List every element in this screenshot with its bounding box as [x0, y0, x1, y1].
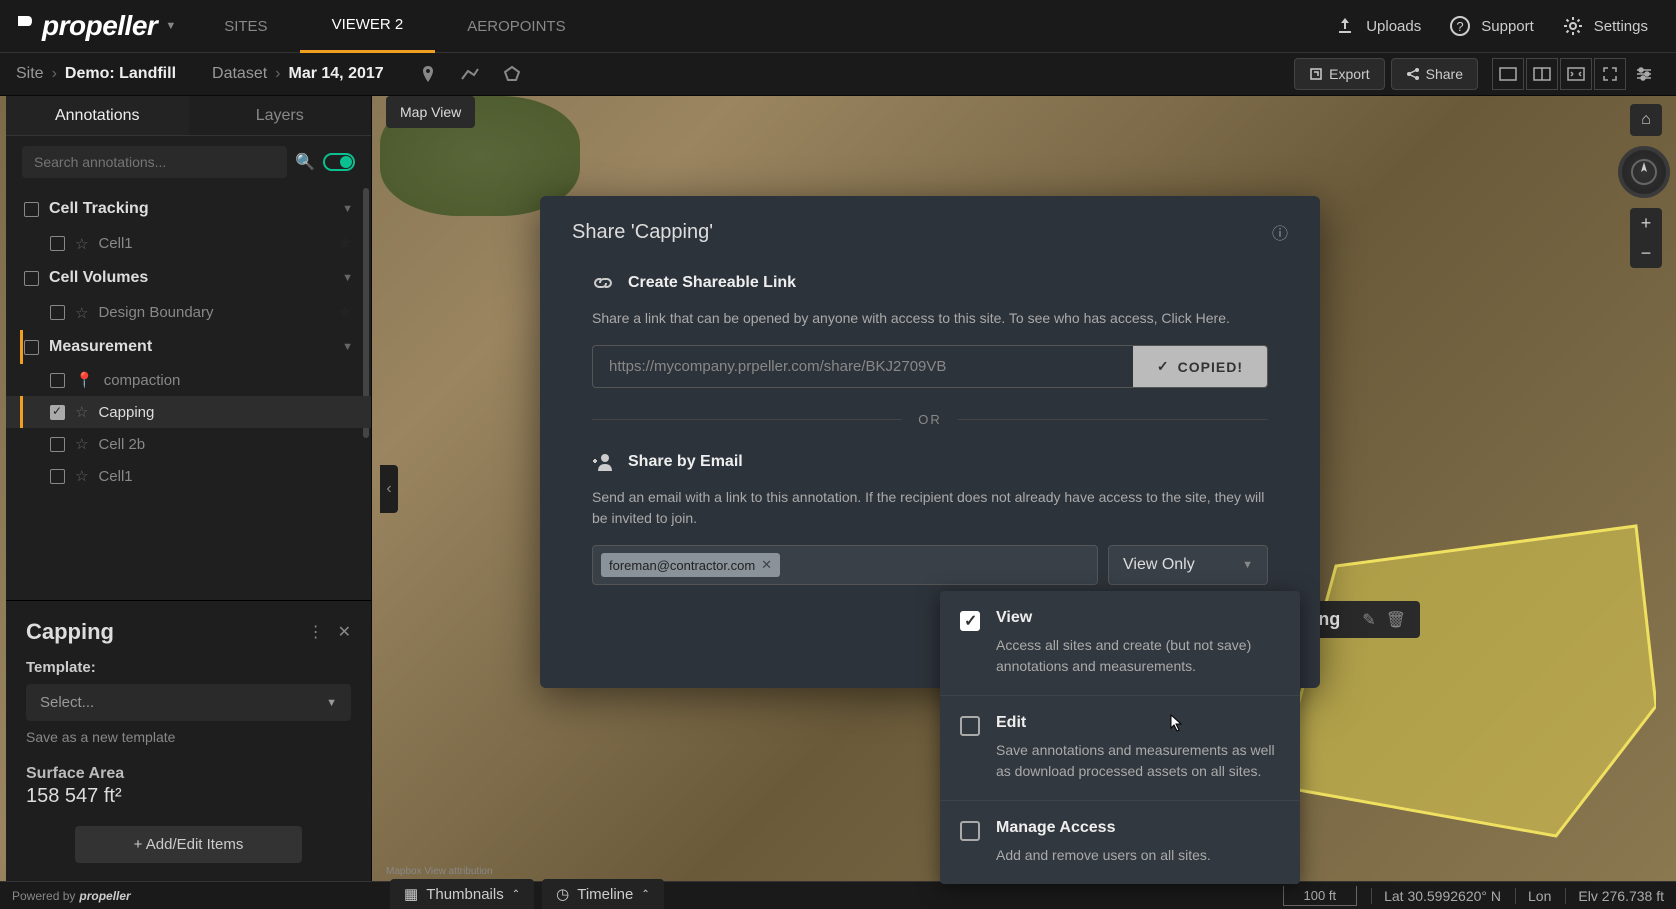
nav-tab-aeropoints[interactable]: AEROPOINTS — [435, 0, 597, 53]
modal-backdrop: Share 'Capping' ⓘ Create Shareable Link … — [0, 96, 1676, 881]
line-tool-icon[interactable] — [454, 58, 486, 90]
clock-icon: ◷ — [556, 885, 569, 903]
breadcrumb-dataset-label: Dataset — [212, 65, 267, 83]
modal-title: Share 'Capping' — [572, 221, 713, 244]
propeller-logo-icon — [16, 14, 34, 38]
export-button[interactable]: Export — [1294, 58, 1384, 90]
check-icon: ✓ — [1157, 358, 1170, 375]
timeline-tab[interactable]: ◷ Timeline ⌃ — [542, 879, 664, 909]
checkbox[interactable] — [960, 821, 980, 841]
permission-dropdown: View Access all sites and create (but no… — [940, 591, 1300, 884]
email-section-desc: Send an email with a link to this annota… — [592, 487, 1268, 529]
upload-icon — [1334, 15, 1356, 37]
thumbnails-icon: ▦ — [404, 885, 418, 903]
remove-chip-icon[interactable]: ✕ — [761, 557, 772, 573]
svg-text:?: ? — [1457, 19, 1464, 34]
permission-select[interactable]: View Only ▼ — [1108, 545, 1268, 585]
powered-by: Powered by propeller — [12, 889, 131, 903]
link-section-desc: Share a link that can be opened by anyon… — [592, 308, 1268, 329]
elv-value: 276.738 ft — [1602, 888, 1664, 904]
copied-button[interactable]: ✓ COPIED! — [1133, 346, 1267, 387]
breadcrumb: Site › Demo: Landfill Dataset › Mar 14, … — [16, 65, 384, 83]
permission-option-view[interactable]: View Access all sites and create (but no… — [940, 591, 1300, 696]
cursor-icon — [1170, 714, 1184, 732]
view-single-icon[interactable] — [1492, 58, 1524, 90]
checkbox[interactable] — [960, 716, 980, 736]
sub-bar: Site › Demo: Landfill Dataset › Mar 14, … — [0, 53, 1676, 96]
view-compare-icon[interactable] — [1560, 58, 1592, 90]
email-chip: foreman@contractor.com ✕ — [601, 553, 780, 577]
settings-link[interactable]: Settings — [1562, 15, 1648, 37]
checkbox[interactable] — [960, 611, 980, 631]
email-section-title: Share by Email — [628, 453, 743, 471]
breadcrumb-site-value[interactable]: Demo: Landfill — [65, 65, 176, 83]
chevron-down-icon: ▼ — [165, 20, 176, 32]
settings-panel-icon[interactable] — [1628, 58, 1660, 90]
export-icon — [1309, 67, 1323, 81]
person-add-icon — [592, 451, 614, 473]
permission-option-manage[interactable]: Manage Access Add and remove users on al… — [940, 801, 1300, 884]
chevron-down-icon: ▼ — [1242, 559, 1253, 571]
thumbnails-tab[interactable]: ▦ Thumbnails ⌃ — [390, 879, 534, 909]
logo-text: propeller — [42, 10, 157, 42]
uploads-link[interactable]: Uploads — [1334, 15, 1421, 37]
fullscreen-icon[interactable] — [1594, 58, 1626, 90]
lat-value: 30.5992620° N — [1407, 888, 1501, 904]
logo[interactable]: propeller ▼ — [0, 10, 192, 42]
view-split-icon[interactable] — [1526, 58, 1558, 90]
share-icon — [1406, 67, 1420, 81]
chevron-up-icon: ⌃ — [641, 889, 649, 900]
info-icon[interactable]: ⓘ — [1272, 220, 1288, 244]
gear-icon — [1562, 15, 1584, 37]
bottom-bar: Powered by propeller ▦ Thumbnails ⌃ ◷ Ti… — [0, 881, 1676, 909]
nav-tab-sites[interactable]: SITES — [192, 0, 299, 53]
link-icon — [592, 272, 614, 294]
breadcrumb-dataset-value[interactable]: Mar 14, 2017 — [288, 65, 383, 83]
permission-option-edit[interactable]: Edit Save annotations and measurements a… — [940, 696, 1300, 801]
share-button[interactable]: Share — [1391, 58, 1478, 90]
nav-tab-viewer[interactable]: VIEWER 2 — [300, 0, 436, 53]
share-link-input[interactable] — [593, 346, 1133, 387]
chevron-up-icon: ⌃ — [512, 889, 520, 900]
link-section-title: Create Shareable Link — [628, 274, 796, 292]
support-link[interactable]: ? Support — [1449, 15, 1534, 37]
top-nav: propeller ▼ SITES VIEWER 2 AEROPOINTS Up… — [0, 0, 1676, 53]
marker-tool-icon[interactable] — [412, 58, 444, 90]
breadcrumb-site-label: Site — [16, 65, 44, 83]
help-icon: ? — [1449, 15, 1471, 37]
scale-indicator: 100 ft — [1283, 886, 1358, 906]
polygon-tool-icon[interactable] — [496, 58, 528, 90]
or-divider: OR — [918, 412, 942, 427]
email-input[interactable]: foreman@contractor.com ✕ — [592, 545, 1098, 585]
